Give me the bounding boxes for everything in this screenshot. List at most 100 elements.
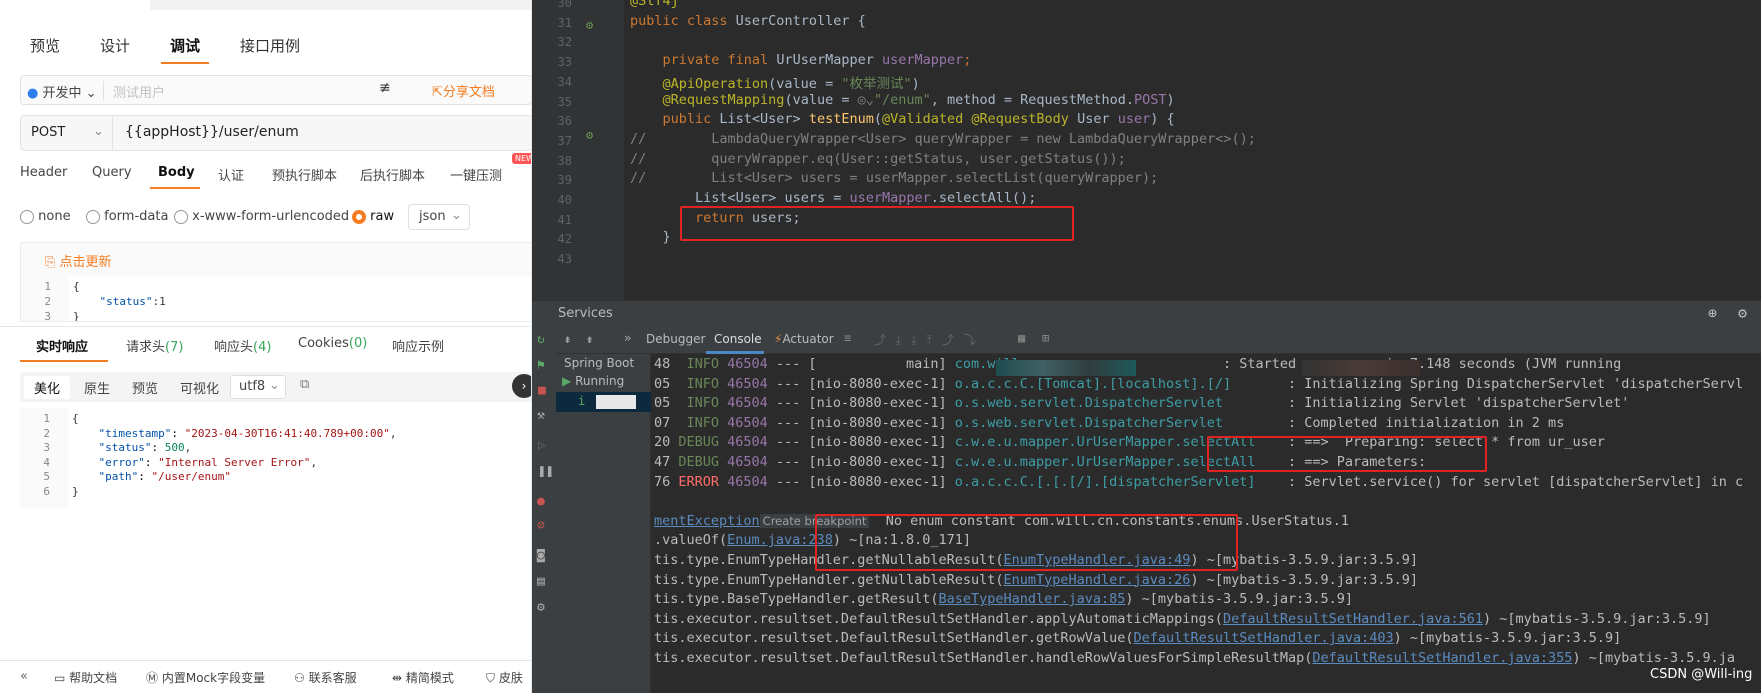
console-token: 05 bbox=[654, 395, 687, 412]
view-preview[interactable]: 预览 bbox=[132, 378, 158, 397]
console-link[interactable]: DefaultResultSetHandler.java:355 bbox=[1312, 650, 1572, 666]
edit-icon[interactable]: ≢ bbox=[379, 80, 391, 96]
collapse-all-icon[interactable]: ⇟ bbox=[586, 332, 593, 346]
console-token: 46504 bbox=[727, 473, 768, 490]
tab-body[interactable]: Body bbox=[158, 165, 195, 180]
tab-realtime-response[interactable]: 实时响应 bbox=[36, 336, 88, 355]
code-token: @ApiOperation bbox=[630, 75, 769, 92]
tab-request-headers[interactable]: 请求头(7) bbox=[126, 336, 183, 355]
code-token: users bbox=[784, 190, 826, 206]
request-body-editor[interactable]: 1 {2 "status":1 3} bbox=[20, 276, 531, 322]
radio-icon bbox=[86, 209, 100, 224]
step-controls[interactable]: ⤴⤓⤓⤒⤴⤵ bbox=[874, 331, 986, 348]
console-link[interactable]: BaseTypeHandler.java:85 bbox=[938, 591, 1125, 607]
wrench-icon[interactable]: ⚒ bbox=[537, 408, 545, 423]
tab-design[interactable]: 设计 bbox=[100, 35, 130, 56]
view-beautify[interactable]: 美化 bbox=[24, 376, 71, 399]
tab-debugger[interactable]: Debugger bbox=[646, 332, 705, 346]
console-token: 46504 bbox=[727, 395, 768, 412]
table-icon[interactable]: ▦ bbox=[1018, 331, 1025, 345]
camera-icon[interactable]: ◙ bbox=[537, 548, 545, 563]
tab-test-cases[interactable]: 接口用例 bbox=[240, 35, 300, 56]
line-number: 3 bbox=[44, 310, 51, 322]
layout-icon[interactable]: ▤ bbox=[537, 574, 545, 589]
tab-response-headers[interactable]: 响应头(4) bbox=[214, 336, 271, 355]
console-token: 46504 bbox=[727, 454, 768, 470]
expand-all-icon[interactable]: ⇞ bbox=[564, 332, 571, 346]
tree-app-selected[interactable]: i bbox=[556, 392, 651, 412]
footer-compact[interactable]: ⇹ 精简模式 bbox=[392, 669, 454, 686]
code-editor[interactable]: 30 @Slf4j 31 public class UserController {3… bbox=[532, 0, 1761, 300]
tab-actuator[interactable]: ⚡Actuator bbox=[774, 332, 834, 346]
collapse-double-icon[interactable]: « bbox=[20, 669, 28, 684]
copy-icon[interactable]: ⧉ bbox=[300, 377, 309, 392]
spring-bean-icon[interactable]: ⚙ bbox=[586, 18, 593, 32]
tab-pre-script[interactable]: 预执行脚本 bbox=[272, 165, 337, 184]
brace: { bbox=[73, 280, 80, 293]
collapse-icon[interactable]: › bbox=[512, 374, 531, 398]
grid-icon[interactable]: ⊞ bbox=[1042, 331, 1049, 345]
radio-none[interactable]: none bbox=[20, 209, 71, 224]
tree-running[interactable]: ▶ Running bbox=[562, 374, 624, 388]
view-raw[interactable]: 原生 bbox=[84, 378, 110, 397]
view-visualize[interactable]: 可视化 bbox=[180, 378, 219, 397]
menu-icon[interactable]: ≡ bbox=[844, 331, 851, 345]
line-number: 2 bbox=[44, 295, 51, 308]
pause-icon[interactable]: ❚❚ bbox=[538, 464, 554, 479]
console-token: ERROR bbox=[678, 473, 728, 490]
env-user-input[interactable]: 测试用户 bbox=[113, 82, 165, 101]
debug-icon[interactable]: ⚑ bbox=[537, 358, 545, 373]
radio-form-data[interactable]: form-data bbox=[86, 209, 168, 224]
tab-cookies[interactable]: Cookies(0) bbox=[298, 336, 367, 351]
gear-icon[interactable]: ⚙ bbox=[1738, 304, 1747, 322]
resume-icon[interactable]: ▷ bbox=[538, 438, 546, 453]
line-number: 37 bbox=[557, 133, 572, 148]
code-token: ) bbox=[911, 75, 920, 92]
tab-load-test[interactable]: 一键压测 bbox=[450, 165, 502, 184]
console-link[interactable]: DefaultResultSetHandler.java:403 bbox=[1134, 630, 1394, 646]
settings-icon[interactable]: ⚙ bbox=[537, 600, 545, 615]
globe-icon[interactable]: ⊕ bbox=[1708, 304, 1717, 322]
code-line: // queryWrapper.eq(User::getStatus, user… bbox=[630, 151, 1126, 173]
console-link[interactable]: EnumTypeHandler.java:26 bbox=[1004, 572, 1191, 588]
tab-debug[interactable]: 调试 bbox=[170, 35, 200, 56]
rerun-icon[interactable]: ↻ bbox=[537, 332, 545, 347]
tab-query[interactable]: Query bbox=[92, 165, 132, 180]
code-token: userMapper bbox=[881, 52, 964, 69]
tab-console[interactable]: Console bbox=[714, 332, 762, 346]
active-tab-indicator bbox=[150, 187, 200, 189]
console-link[interactable]: DefaultResultSetHandler.java:561 bbox=[1223, 611, 1483, 627]
mute-breakpoints-icon[interactable]: ⊘ bbox=[537, 518, 545, 533]
response-body-viewer[interactable]: 1 {2 "timestamp": "2023-04-30T16:41:40.78… bbox=[20, 408, 531, 508]
tab-label: Actuator bbox=[782, 332, 834, 346]
tab-post-script[interactable]: 后执行脚本 bbox=[360, 165, 425, 184]
share-doc-link[interactable]: ⇱分享文档 bbox=[432, 81, 495, 100]
env-select[interactable]: ● 开发中 ⌄ bbox=[27, 82, 97, 101]
tab-preview[interactable]: 预览 bbox=[30, 35, 60, 56]
stop-icon[interactable]: ■ bbox=[538, 383, 546, 398]
method-select[interactable]: POST ⌄ bbox=[21, 116, 113, 150]
footer-skin[interactable]: ⛉ 皮肤 bbox=[486, 669, 523, 686]
url-input[interactable]: {{appHost}}/user/enum bbox=[125, 124, 299, 140]
radio-urlencoded[interactable]: x-www-form-urlencoded bbox=[174, 209, 349, 224]
tab-header[interactable]: Header bbox=[20, 165, 67, 180]
encoding-select[interactable]: utf8 ⌄ bbox=[230, 375, 286, 399]
endpoint-icon[interactable]: ⚙ bbox=[586, 128, 593, 142]
tab-response-examples[interactable]: 响应示例 bbox=[392, 336, 444, 355]
tab-auth[interactable]: 认证 bbox=[218, 165, 244, 184]
console-link[interactable]: mentException bbox=[654, 513, 760, 529]
tree-spring-boot[interactable]: Spring Boot bbox=[564, 356, 634, 370]
footer-help[interactable]: ▭ 帮助文档 bbox=[54, 669, 117, 686]
line-number: 42 bbox=[557, 232, 572, 247]
breakpoint-icon[interactable]: ● bbox=[537, 494, 545, 509]
more-icon[interactable]: » bbox=[624, 331, 631, 345]
radio-raw[interactable]: raw bbox=[352, 209, 394, 224]
footer-mock[interactable]: Ⓜ 内置Mock字段变量 bbox=[146, 669, 265, 686]
divider bbox=[0, 326, 531, 327]
footer-support[interactable]: ⚇ 联系客服 bbox=[294, 669, 357, 686]
update-button[interactable]: ⎘ 点击更新 bbox=[45, 251, 112, 270]
console-token: ) ~[mybatis-3.5.9.jar:3.5.9] bbox=[1190, 571, 1419, 588]
code-token: "枚举测试" bbox=[841, 75, 912, 92]
format-select[interactable]: json ⌄ bbox=[408, 204, 470, 230]
